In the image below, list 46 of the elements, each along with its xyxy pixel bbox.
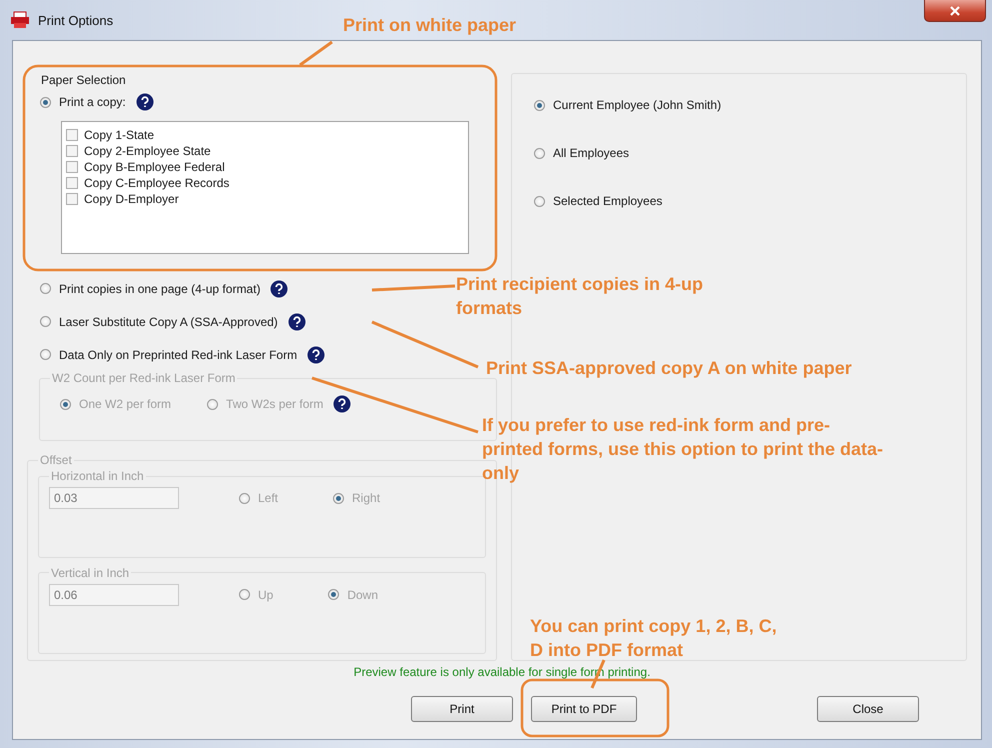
radio-option[interactable]: Selected Employees	[534, 194, 662, 208]
annotation-text: Print SSA-approved copy A on white paper	[486, 357, 852, 380]
radio-button[interactable]	[40, 96, 51, 108]
leader-line	[299, 40, 333, 66]
annotation-text: You can print copy 1, 2, B, C, D into PDF format	[530, 615, 777, 662]
radio-option[interactable]: Data Only on Preprinted Red-ink Laser Form	[40, 348, 298, 362]
dialog-button[interactable]: Print	[411, 696, 513, 722]
help-icon[interactable]	[136, 93, 154, 111]
checkbox-item[interactable]: Copy 1-State	[66, 127, 154, 143]
radio-option[interactable]: Laser Substitute Copy A (SSA-Approved)	[40, 314, 278, 328]
annotation-text: Print recipient copies in 4-up formats	[456, 273, 704, 320]
help-icon[interactable]	[307, 346, 326, 364]
dialog-button[interactable]: Close	[817, 696, 919, 722]
close-button[interactable]	[924, 0, 986, 22]
group-label: W2 Count per Red-ink Laser Form	[51, 371, 236, 385]
radio-button[interactable]	[40, 283, 51, 294]
close-icon	[950, 6, 960, 16]
printer-icon	[10, 11, 30, 29]
radio-option[interactable]: All Employees	[534, 146, 630, 160]
radio-option[interactable]: Print a copy:	[40, 95, 126, 109]
checkbox-item[interactable]: Copy B-Employee Federal	[66, 159, 225, 175]
radio-option[interactable]: Print copies in one page (4-up format)	[40, 282, 260, 296]
group-label: Paper Selection	[41, 73, 127, 87]
radio-button[interactable]	[40, 349, 51, 360]
help-icon[interactable]	[288, 312, 306, 330]
dialog-button[interactable]: Print to PDF	[531, 696, 637, 722]
checkbox-item[interactable]: Copy D-Employer	[66, 191, 179, 207]
annotation-text: If you prefer to use red-ink form and pre- printed forms, use this option to print the data- only	[482, 414, 883, 485]
radio-button[interactable]	[40, 316, 51, 327]
group-label: Offset	[39, 453, 73, 467]
radio-option[interactable]: Current Employee (John Smith)	[534, 98, 722, 112]
checkbox[interactable]	[66, 145, 78, 157]
checkbox[interactable]	[66, 193, 78, 205]
group-label: Vertical in Inch	[50, 566, 130, 580]
checkbox[interactable]	[66, 161, 78, 173]
checkbox-item[interactable]: Copy C-Employee Records	[66, 175, 230, 191]
radio-button[interactable]	[534, 100, 545, 110]
window-title: Print Options	[38, 12, 114, 28]
annotation-text: Print on white paper	[343, 14, 516, 37]
radio-button[interactable]	[534, 148, 545, 158]
radio-button[interactable]	[534, 196, 545, 206]
group-label: Horizontal in Inch	[50, 469, 145, 483]
checkbox[interactable]	[66, 129, 78, 141]
checkbox[interactable]	[66, 177, 78, 189]
checkbox-item[interactable]: Copy 2-Employee State	[66, 143, 211, 159]
help-icon[interactable]	[270, 280, 288, 298]
